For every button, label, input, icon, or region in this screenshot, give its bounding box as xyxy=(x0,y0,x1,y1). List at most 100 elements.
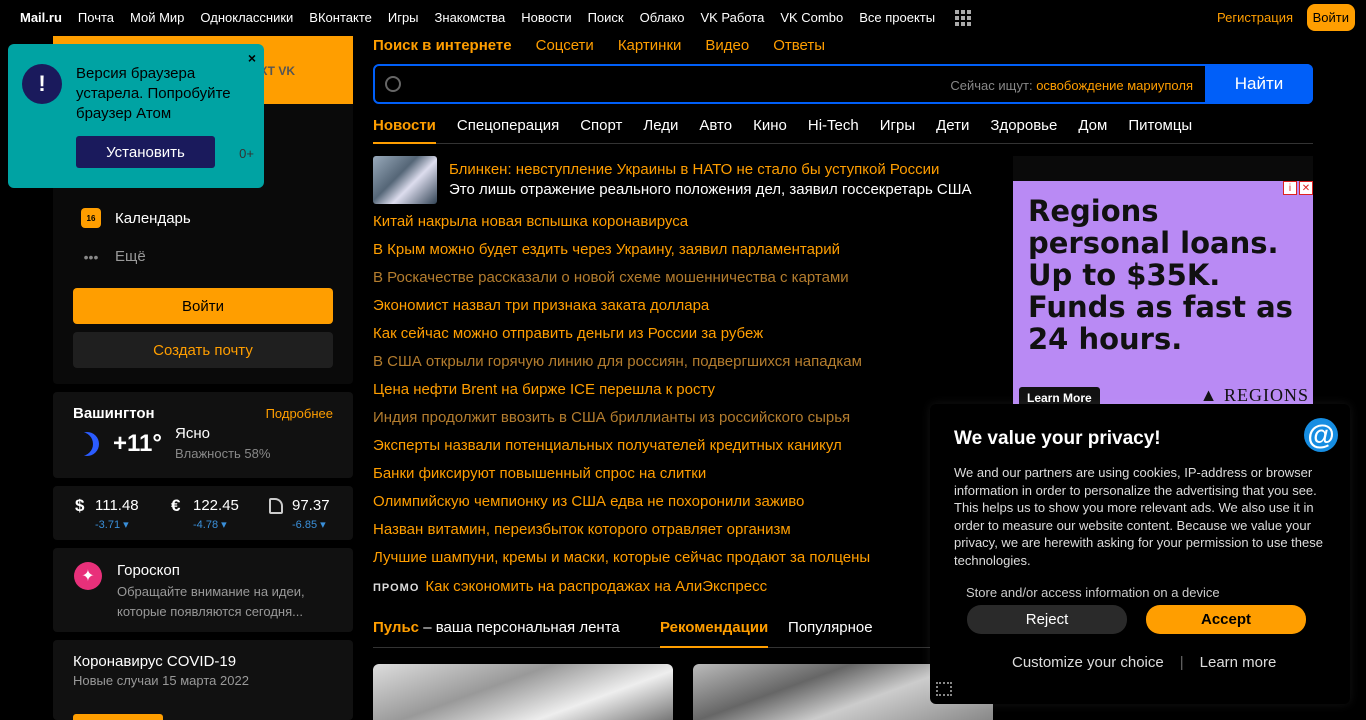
age-rating: 0+ xyxy=(239,146,254,161)
privacy-purpose-item[interactable]: Store and/or access information on a dev… xyxy=(966,585,1220,597)
accept-button[interactable]: Accept xyxy=(1146,605,1306,634)
search-tab[interactable]: Картинки xyxy=(618,37,682,54)
top-nav-item[interactable]: Поиск xyxy=(588,10,624,26)
news-item[interactable]: Олимпийскую чемпионку из США едва не пох… xyxy=(373,493,983,521)
news-tab[interactable]: Дом xyxy=(1078,117,1107,143)
oil-icon xyxy=(269,498,283,514)
weather-temp: +11° xyxy=(113,430,162,457)
privacy-title: We value your privacy! xyxy=(954,428,1161,449)
menu-item-more[interactable]: ••• Ещё xyxy=(81,248,146,265)
horoscope-text: Обращайте внимание на идеи, которые появ… xyxy=(117,584,305,619)
horoscope-title: Гороскоп xyxy=(117,562,180,579)
news-item[interactable]: В Роскачестве рассказали о новой схеме м… xyxy=(373,269,983,297)
at-logo-icon: @ xyxy=(1304,418,1338,452)
pulse-feed-header: Пульс – ваша персональная лента Рекоменд… xyxy=(373,619,993,648)
learn-more-link[interactable]: Learn more xyxy=(1200,654,1277,671)
news-item[interactable]: Китай накрыла новая вспышка коронавируса xyxy=(373,213,983,241)
news-item[interactable]: В США открыли горячую линию для россиян,… xyxy=(373,353,983,381)
search-tab[interactable]: Видео xyxy=(705,37,749,54)
top-nav-item[interactable]: VK Combo xyxy=(780,10,843,26)
news-tab[interactable]: Здоровье xyxy=(990,117,1057,143)
currency-widget[interactable]: $ 111.48 -3.71 ▾ € 122.45 -4.78 ▾ 97.37 … xyxy=(53,486,353,540)
search-tab[interactable]: Поиск в интернете xyxy=(373,37,512,54)
customize-choice-link[interactable]: Customize your choice xyxy=(1012,654,1164,671)
search-box[interactable]: Сейчас ищут: освобождение мариуполя Найт… xyxy=(373,64,1313,104)
news-item[interactable]: Эксперты назвали потенциальных получател… xyxy=(373,437,983,465)
news-tab[interactable]: Питомцы xyxy=(1128,117,1192,143)
close-icon[interactable]: ✕ xyxy=(1299,181,1313,195)
create-mail-button[interactable]: Создать почту xyxy=(73,332,333,368)
menu-item-calendar[interactable]: 16 Календарь xyxy=(81,208,191,228)
news-item[interactable]: Назван витамин, переизбыток которого отр… xyxy=(373,521,983,549)
news-item[interactable]: В Крым можно будет ездить через Украину,… xyxy=(373,241,983,269)
news-tab[interactable]: Игры xyxy=(880,117,915,143)
pulse-card-image[interactable] xyxy=(373,664,673,720)
dollar-icon: $ xyxy=(75,496,85,515)
news-tab[interactable]: Авто xyxy=(699,117,732,143)
news-item[interactable]: Банки фиксируют повышенный спрос на слит… xyxy=(373,465,983,493)
tab-recommendations[interactable]: Рекомендации xyxy=(660,619,769,648)
trending-hint[interactable]: Сейчас ищут: освобождение мариуполя xyxy=(950,78,1193,93)
top-nav-item[interactable]: Мой Мир xyxy=(130,10,184,26)
ad-choices[interactable]: i ✕ xyxy=(1283,181,1313,195)
weather-city: Вашингтон xyxy=(73,405,155,422)
info-icon[interactable]: i xyxy=(1283,181,1297,195)
weather-widget[interactable]: Вашингтон Подробнее +11° Ясно Влажность … xyxy=(53,392,353,478)
ad-brand-logo: ▲ REGIONS xyxy=(1199,385,1309,405)
pulse-brand[interactable]: Пульс xyxy=(373,619,419,636)
top-login-button[interactable]: Войти xyxy=(1306,4,1355,31)
usd-value: 111.48 xyxy=(95,497,139,514)
news-tab[interactable]: Спорт xyxy=(580,117,622,143)
brand-link[interactable]: Mail.ru xyxy=(20,10,62,26)
reject-button[interactable]: Reject xyxy=(967,605,1127,634)
news-item[interactable]: Индия продолжит ввозить в США бриллианты… xyxy=(373,409,983,437)
top-nav-item[interactable]: VK Работа xyxy=(700,10,764,26)
news-tab[interactable]: Кино xyxy=(753,117,787,143)
advertisement[interactable]: i ✕ Regions personal loans. Up to $35K. F… xyxy=(1013,181,1313,409)
install-button[interactable]: Установить xyxy=(76,136,215,168)
news-item[interactable]: Цена нефти Brent на бирже ICE перешла к … xyxy=(373,381,983,409)
top-nav-item[interactable]: Облако xyxy=(640,10,685,26)
top-nav-item[interactable]: Новости xyxy=(521,10,571,26)
search-tab[interactable]: Ответы xyxy=(773,37,825,54)
lead-news-title[interactable]: Блинкен: невступление Украины в НАТО не … xyxy=(449,161,939,178)
search-tab[interactable]: Соцсети xyxy=(536,37,594,54)
top-nav-item[interactable]: Одноклассники xyxy=(200,10,293,26)
weather-condition: Ясно xyxy=(175,425,210,442)
top-nav-item[interactable]: Почта xyxy=(78,10,114,26)
covid-widget[interactable]: Коронавирус COVID-19 Новые случаи 15 мар… xyxy=(53,640,353,720)
news-list: Китай накрыла новая вспышка коронавируса… xyxy=(373,213,983,577)
top-nav-item[interactable]: Игры xyxy=(388,10,419,26)
news-tab[interactable]: Спецоперация xyxy=(457,117,559,143)
promo-item[interactable]: ПРОМО Как сэкономить на распродажах на Ал… xyxy=(373,578,767,595)
trending-query[interactable]: освобождение мариуполя xyxy=(1036,78,1193,93)
news-item[interactable]: Как сейчас можно отправить деньги из Рос… xyxy=(373,325,983,353)
apps-grid-icon[interactable] xyxy=(955,10,972,26)
login-button[interactable]: Войти xyxy=(73,288,333,324)
tab-popular[interactable]: Популярное xyxy=(788,619,873,636)
euro-icon: € xyxy=(171,496,181,515)
weather-more-link[interactable]: Подробнее xyxy=(266,406,333,421)
news-tab[interactable]: Hi-Tech xyxy=(808,117,859,143)
news-item[interactable]: Лучшие шампуни, кремы и маски, которые с… xyxy=(373,549,983,577)
qr-icon[interactable] xyxy=(936,682,952,696)
promo-text[interactable]: Как сэкономить на распродажах на АлиЭксп… xyxy=(425,578,767,595)
notice-message: Версия браузера устарела. Попробуйте бра… xyxy=(76,65,231,122)
find-button[interactable]: Найти xyxy=(1205,64,1313,104)
lead-news-image[interactable] xyxy=(373,156,437,204)
covid-subtitle: Новые случаи 15 марта 2022 xyxy=(73,673,249,688)
news-item[interactable]: Экономист назвал три признака заката дол… xyxy=(373,297,983,325)
news-tab[interactable]: Новости xyxy=(373,117,436,144)
news-tab[interactable]: Дети xyxy=(936,117,969,143)
moon-icon xyxy=(75,432,99,456)
horoscope-widget[interactable]: ✦ Гороскоп Обращайте внимание на идеи, к… xyxy=(53,548,353,632)
top-nav-item[interactable]: ВКонтакте xyxy=(309,10,372,26)
top-nav-item[interactable]: Знакомства xyxy=(435,10,506,26)
search-tabs: Поиск в интернете Соцсети Картинки Видео Отв… xyxy=(373,37,825,54)
ad-headline: Regions personal loans. Up to $35K. Fund… xyxy=(1028,194,1293,356)
link-separator: | xyxy=(1179,654,1184,671)
close-icon[interactable]: × xyxy=(248,50,256,66)
register-link[interactable]: Регистрация xyxy=(1217,10,1293,25)
news-tab[interactable]: Леди xyxy=(643,117,678,143)
top-nav-item[interactable]: Все проекты xyxy=(859,10,935,26)
